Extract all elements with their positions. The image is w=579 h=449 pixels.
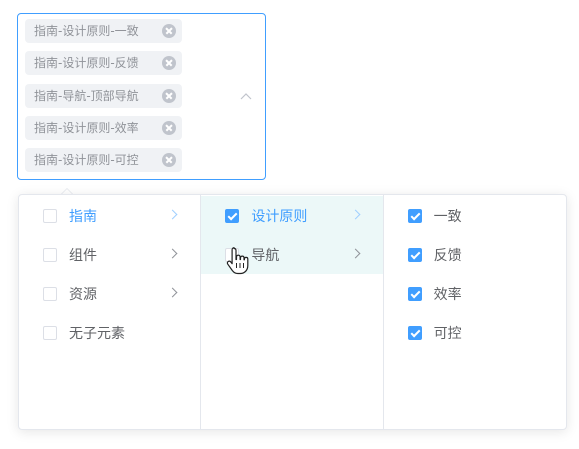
cascader-panel: 指南 组件 资源 无子元素 设计原则 导航 一致 反馈 效率 可控 (18, 194, 567, 430)
node-label: 组件 (69, 247, 97, 264)
cascader-menu-level-2: 设计原则 导航 (201, 195, 384, 429)
cascader-node-design-principle[interactable]: 设计原则 (201, 196, 383, 235)
selected-tag: 指南-设计原则-可控 (25, 148, 182, 172)
checkbox[interactable] (407, 286, 422, 301)
checkbox[interactable] (407, 208, 422, 223)
node-label: 指南 (69, 208, 97, 225)
cascader-menu-level-3: 一致 反馈 效率 可控 (384, 195, 566, 429)
cascader-menu-level-1: 指南 组件 资源 无子元素 (19, 195, 202, 429)
checkbox[interactable] (43, 325, 57, 340)
chevron-right-icon (350, 209, 361, 220)
hand-pointer-icon (226, 247, 249, 275)
selected-tag: 指南-设计原则-一致 (25, 19, 182, 43)
node-label: 一致 (433, 208, 462, 225)
chevron-right-icon (350, 248, 361, 259)
cascader-node-guide[interactable]: 指南 (19, 196, 200, 235)
chevron-right-icon (167, 248, 178, 259)
cascader-input[interactable]: 指南-设计原则-一致 指南-设计原则-反馈 指南-导航-顶部导航 指南-设计原则… (17, 13, 266, 180)
cascader-node-controllability[interactable]: 可控 (384, 313, 566, 352)
tag-label: 指南-设计原则-反馈 (34, 56, 139, 70)
tag-label: 指南-设计原则-效率 (34, 121, 139, 135)
node-label: 无子元素 (69, 325, 125, 342)
tag-close-icon[interactable] (162, 89, 176, 103)
cascader-node-consistency[interactable]: 一致 (384, 196, 566, 235)
checkbox[interactable] (43, 208, 57, 223)
tag-close-icon[interactable] (162, 153, 176, 167)
node-label: 效率 (433, 286, 462, 303)
selected-tag: 指南-设计原则-反馈 (25, 51, 182, 75)
tag-label: 指南-设计原则-一致 (34, 24, 139, 38)
chevron-right-icon (167, 209, 178, 220)
node-label: 资源 (69, 286, 97, 303)
node-label: 反馈 (433, 247, 462, 264)
checkbox[interactable] (407, 247, 422, 262)
cascader-node-resource[interactable]: 资源 (19, 274, 200, 313)
tag-close-icon[interactable] (162, 24, 176, 38)
cascader-node-efficiency[interactable]: 效率 (384, 274, 566, 313)
tag-label: 指南-导航-顶部导航 (34, 89, 139, 103)
tag-close-icon[interactable] (162, 56, 176, 70)
checkbox[interactable] (43, 247, 57, 262)
node-label: 可控 (433, 325, 462, 342)
chevron-right-icon (167, 287, 178, 298)
tag-close-icon[interactable] (162, 121, 176, 135)
cascader-node-no-children[interactable]: 无子元素 (19, 313, 200, 352)
chevron-up-icon[interactable] (240, 92, 252, 100)
cascader-node-component[interactable]: 组件 (19, 235, 200, 274)
checkbox[interactable] (225, 208, 240, 223)
cascader-node-feedback[interactable]: 反馈 (384, 235, 566, 274)
tag-label: 指南-设计原则-可控 (34, 153, 139, 167)
checkbox[interactable] (43, 286, 57, 301)
checkbox[interactable] (407, 325, 422, 340)
node-label: 导航 (251, 247, 280, 264)
selected-tag: 指南-设计原则-效率 (25, 116, 182, 140)
selected-tag: 指南-导航-顶部导航 (25, 84, 182, 108)
node-label: 设计原则 (251, 208, 308, 225)
